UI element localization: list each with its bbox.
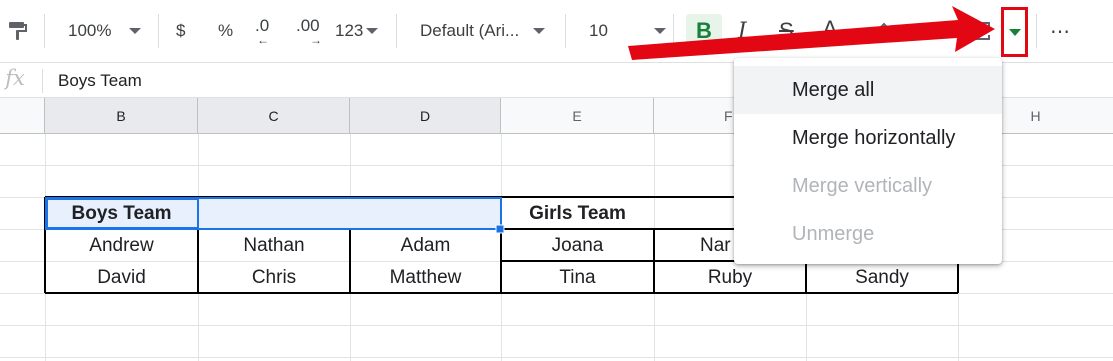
- cell[interactable]: Ruby: [654, 262, 806, 293]
- menu-item-unmerge: Unmerge: [734, 210, 1002, 258]
- menu-item-label: Merge horizontally: [792, 126, 956, 149]
- cell[interactable]: Chris: [198, 262, 350, 293]
- cell[interactable]: David: [45, 262, 198, 293]
- menu-item-merge-horizontally[interactable]: Merge horizontally: [734, 114, 1002, 162]
- menu-item-merge-all[interactable]: Merge all: [734, 66, 1002, 114]
- cell[interactable]: Matthew: [350, 262, 501, 293]
- cell[interactable]: Andrew: [45, 230, 198, 261]
- cell[interactable]: Joana: [501, 230, 654, 261]
- cell[interactable]: Tina: [501, 262, 654, 293]
- menu-item-label: Unmerge: [792, 222, 875, 245]
- cell[interactable]: Adam: [350, 230, 501, 261]
- cell[interactable]: Nathan: [198, 230, 350, 261]
- menu-item-label: Merge vertically: [792, 174, 933, 197]
- merge-options-menu: Merge all Merge horizontally Merge verti…: [734, 58, 1002, 264]
- cell-b-boys-team[interactable]: Boys Team: [45, 198, 198, 229]
- menu-item-label: Merge all: [792, 78, 875, 101]
- cell[interactable]: Sandy: [806, 262, 958, 293]
- cell-e-girls-team[interactable]: Girls Team: [501, 198, 654, 229]
- menu-item-merge-vertically: Merge vertically: [734, 162, 1002, 210]
